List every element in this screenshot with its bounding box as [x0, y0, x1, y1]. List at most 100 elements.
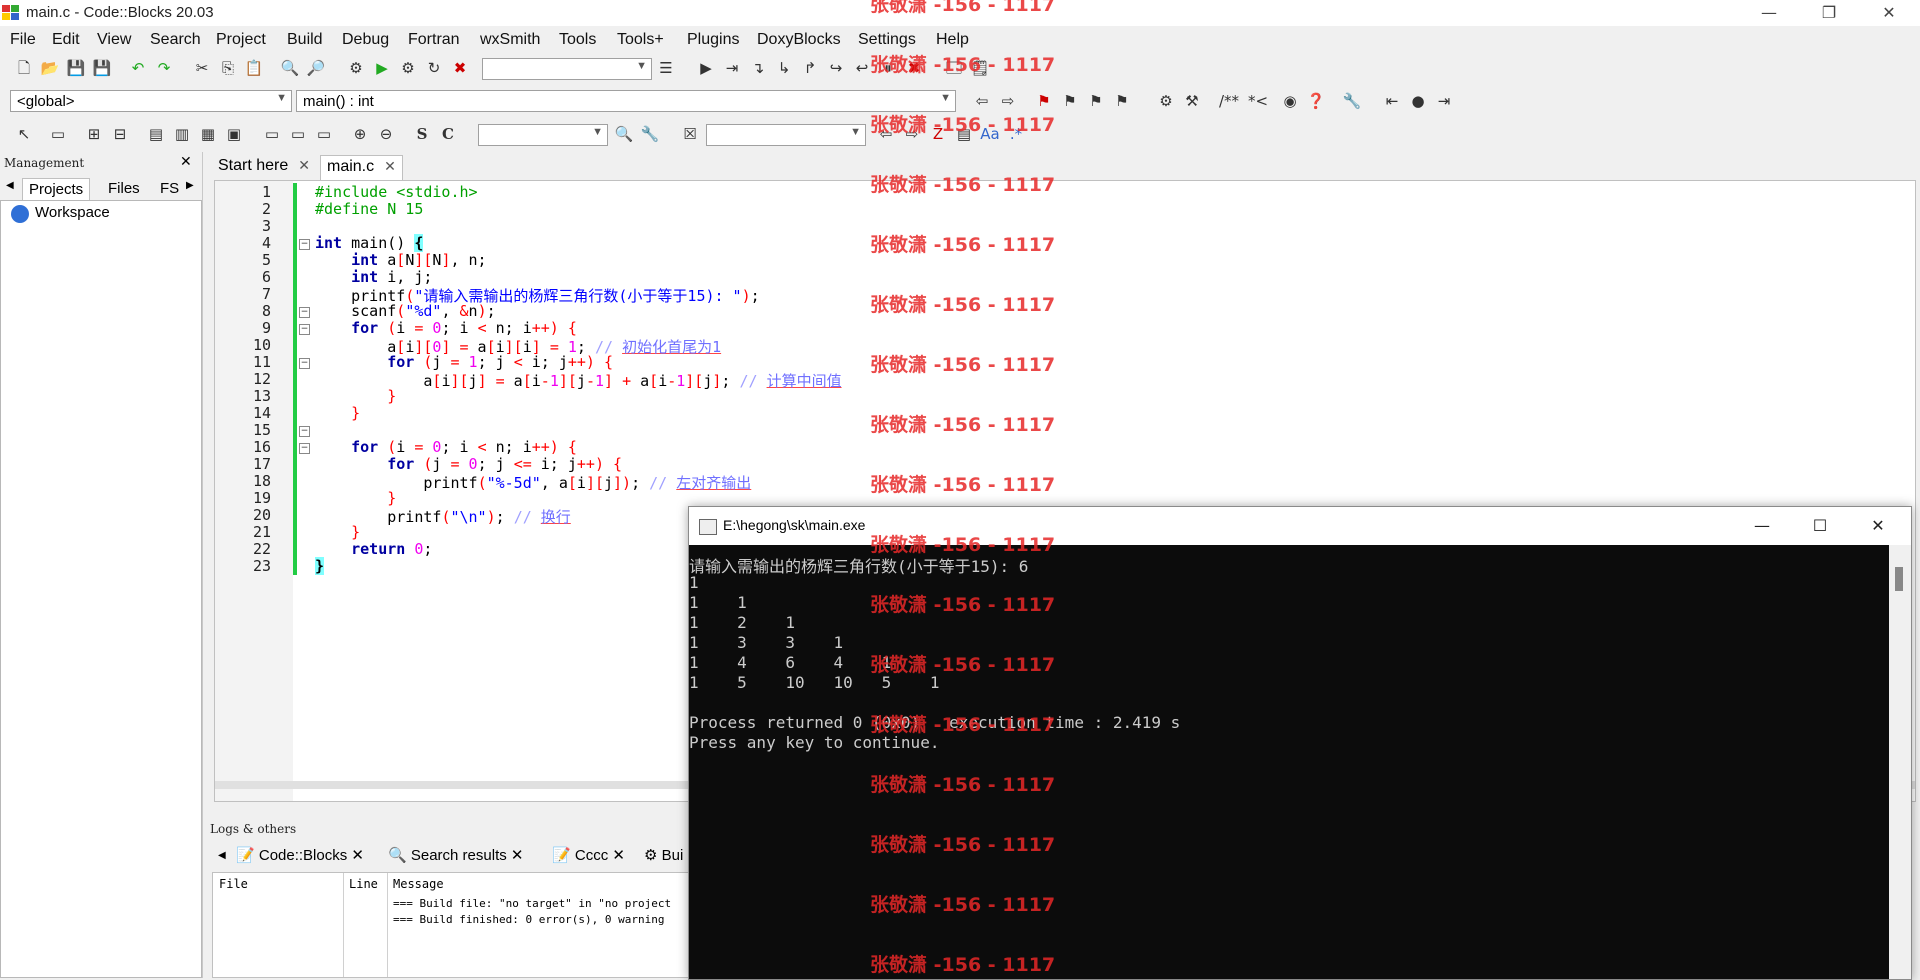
doxy-extract-icon[interactable]: ⚙	[1156, 91, 1176, 111]
zoom-out-icon[interactable]: ⊖	[376, 124, 396, 144]
menu-edit[interactable]: Edit	[52, 31, 80, 49]
find-icon[interactable]: 🔍	[280, 58, 300, 78]
close-tab-icon[interactable]: ✕	[384, 158, 396, 174]
run-icon[interactable]: ▶	[372, 58, 392, 78]
pointer-icon[interactable]: ↖	[14, 124, 34, 144]
run-to-cursor-icon[interactable]: ⇥	[722, 58, 742, 78]
close-icon[interactable]: ✕	[180, 154, 192, 170]
close-tab-icon[interactable]: ✕	[351, 847, 364, 864]
incremental-search-combo[interactable]: ▼	[706, 124, 866, 146]
console-scrollbar[interactable]	[1889, 545, 1911, 979]
console-output[interactable]: 请输入需输出的杨辉三角行数(小于等于15): 6 1 1 1 1 2 1 1 3…	[689, 545, 1889, 979]
step-into-icon[interactable]: ↳	[774, 58, 794, 78]
fold-toggle-icon[interactable]: −	[299, 358, 310, 369]
menu-view[interactable]: View	[97, 31, 131, 49]
tab-build-log[interactable]: ⚙ Bui	[644, 846, 683, 864]
prev-bookmark-icon[interactable]: ⚑	[1060, 91, 1080, 111]
close-tab-icon[interactable]: ✕	[511, 847, 524, 864]
align-fill-icon[interactable]: ▣	[224, 124, 244, 144]
s-icon[interactable]: S	[412, 124, 432, 144]
console-close-button[interactable]: ✕	[1855, 512, 1901, 540]
step-out-icon[interactable]: ↱	[800, 58, 820, 78]
menu-tools[interactable]: Tools	[559, 31, 596, 49]
border-all-icon[interactable]: ▭	[314, 124, 334, 144]
fold-toggle-icon[interactable]: −	[299, 239, 310, 250]
jump-forward-icon[interactable]: ⇨	[998, 91, 1018, 111]
new-file-icon[interactable]: 🗋	[14, 58, 34, 78]
align-middle-icon[interactable]: ▥	[172, 124, 192, 144]
console-minimize-button[interactable]: —	[1739, 512, 1785, 540]
minimize-button[interactable]: —	[1746, 0, 1792, 26]
fold-toggle-icon[interactable]: −	[299, 426, 310, 437]
cut-icon[interactable]: ✂	[192, 58, 212, 78]
close-button[interactable]: ✕	[1866, 0, 1912, 26]
undo-icon[interactable]: ↶	[128, 58, 148, 78]
toggle-bookmark-icon[interactable]: ⚑	[1034, 91, 1054, 111]
tree-item-workspace[interactable]: Workspace	[35, 204, 110, 221]
tab-fs[interactable]: FS	[154, 178, 185, 199]
build-target-combo[interactable]: ▼	[482, 58, 652, 80]
tab-scroll-left-icon[interactable]: ◀	[6, 180, 14, 191]
function-combo[interactable]: main() : int ▼	[296, 90, 956, 112]
menu-fortran[interactable]: Fortran	[408, 31, 460, 49]
block-comment-button[interactable]: /**	[1214, 91, 1244, 111]
target-dialog-icon[interactable]: ☰	[656, 58, 676, 78]
tab-files[interactable]: Files	[102, 178, 146, 199]
next-line-icon[interactable]: ↴	[748, 58, 768, 78]
menu-file[interactable]: File	[10, 31, 36, 49]
goto-next-icon[interactable]: ⇥	[1434, 91, 1454, 111]
copy-icon[interactable]: ⎘	[218, 58, 238, 78]
goto-prev-icon[interactable]: ⇤	[1382, 91, 1402, 111]
flex-sizer-icon[interactable]: ⊟	[110, 124, 130, 144]
tab-scroll-right-icon[interactable]: ▶	[186, 180, 194, 191]
menu-debug[interactable]: Debug	[342, 31, 389, 49]
box-sizer-icon[interactable]: ▭	[48, 124, 68, 144]
grid-sizer-icon[interactable]: ⊞	[84, 124, 104, 144]
console-scroll-thumb[interactable]	[1895, 567, 1903, 591]
clear-search-icon[interactable]: ☒	[680, 124, 700, 144]
jump-back-icon[interactable]: ⇦	[972, 91, 992, 111]
menu-plugins[interactable]: Plugins	[687, 31, 739, 49]
doxy-html-icon[interactable]: ◉	[1280, 91, 1300, 111]
tab-start-here[interactable]: Start here ✕	[212, 155, 316, 179]
menu-tools-plus[interactable]: Tools+	[617, 31, 664, 49]
doxy-help-icon[interactable]: ❓	[1306, 91, 1326, 111]
fold-toggle-icon[interactable]: −	[299, 443, 310, 454]
rebuild-icon[interactable]: ↻	[424, 58, 444, 78]
border-right-icon[interactable]: ▭	[288, 124, 308, 144]
build-run-icon[interactable]: ⚙	[398, 58, 418, 78]
border-left-icon[interactable]: ▭	[262, 124, 282, 144]
tab-search-results[interactable]: 🔍 Search results ✕	[388, 846, 523, 864]
next-instruction-icon[interactable]: ↪	[826, 58, 846, 78]
debug-start-icon[interactable]: ▶	[696, 58, 716, 78]
console-maximize-button[interactable]: ☐	[1797, 512, 1843, 540]
restore-button[interactable]: ❐	[1806, 0, 1852, 26]
zoom-in-icon[interactable]: ⊕	[350, 124, 370, 144]
next-bookmark-icon[interactable]: ⚑	[1086, 91, 1106, 111]
menu-doxyblocks[interactable]: DoxyBlocks	[757, 31, 841, 49]
menu-wxsmith[interactable]: wxSmith	[480, 31, 540, 49]
align-bottom-icon[interactable]: ▦	[198, 124, 218, 144]
scope-combo[interactable]: <global> ▼	[10, 90, 292, 112]
build-gear-icon[interactable]: ⚙	[346, 58, 366, 78]
open-file-icon[interactable]: 📂	[40, 58, 60, 78]
tab-cccc[interactable]: 📝 Cccc ✕	[552, 846, 625, 864]
step-instruction-icon[interactable]: ↩	[852, 58, 872, 78]
fold-toggle-icon[interactable]: −	[299, 324, 310, 335]
tab-codeblocks-log[interactable]: 📝 Code::Blocks ✕	[236, 846, 364, 864]
tab-scroll-left-icon[interactable]: ◀	[218, 850, 226, 861]
search-go-icon[interactable]: 🔍	[614, 124, 634, 144]
align-top-icon[interactable]: ▤	[146, 124, 166, 144]
menu-help[interactable]: Help	[936, 31, 969, 49]
c-icon[interactable]: C	[438, 124, 458, 144]
close-tab-icon[interactable]: ✕	[612, 847, 625, 864]
search-options-icon[interactable]: 🔧	[640, 124, 660, 144]
clear-bookmarks-icon[interactable]: ⚑	[1112, 91, 1132, 111]
abort-icon[interactable]: ✖	[450, 58, 470, 78]
menu-project[interactable]: Project	[216, 31, 266, 49]
save-all-icon[interactable]: 💾	[92, 58, 112, 78]
menu-build[interactable]: Build	[287, 31, 323, 49]
search-combo[interactable]: ▼	[478, 124, 608, 146]
tab-main-c[interactable]: main.c ✕	[320, 155, 403, 180]
replace-icon[interactable]: 🔎	[306, 58, 326, 78]
